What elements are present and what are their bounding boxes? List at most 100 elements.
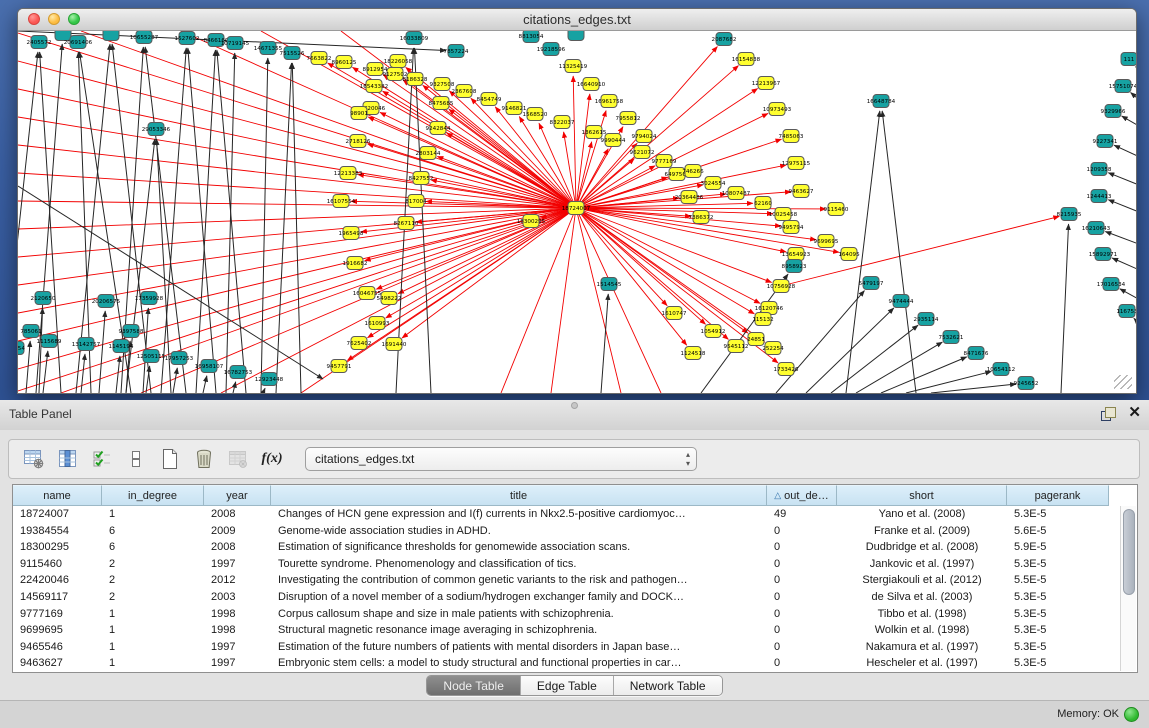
graph-node[interactable]: 10655287 [130,31,159,44]
graph-node[interactable]: 7485063 [779,130,804,143]
vertical-scrollbar[interactable] [1120,506,1136,671]
float-window-icon[interactable] [1100,405,1116,421]
graph-node[interactable]: 16958107 [195,360,224,373]
graph-node[interactable]: 8215935 [1057,208,1082,221]
graph-node[interactable]: 16648784 [867,95,896,108]
graph-node[interactable]: 16543382 [360,80,388,93]
graph-node[interactable]: 2367608 [452,85,477,98]
table-row[interactable]: 977716911998Corpus callosum shape and si… [13,606,1137,623]
graph-node[interactable]: 17016534 [1097,278,1126,291]
graph-node[interactable]: 8958923 [782,260,807,273]
graph-node[interactable]: 1514545 [597,278,622,291]
graph-node[interactable] [103,31,119,41]
show-columns-button[interactable] [53,444,83,474]
graph-node[interactable]: 12213383 [334,167,363,180]
graph-node[interactable]: 2935114 [914,313,939,326]
graph-node[interactable]: 7532621 [939,331,964,344]
graph-node[interactable]: 9245652 [1014,377,1039,390]
graph-node[interactable]: 9329966 [1101,105,1126,118]
graph-node[interactable]: 98901 [350,107,368,120]
graph-node[interactable]: 817004 [405,195,427,208]
graph-node[interactable]: 12923448 [255,373,284,386]
table-row[interactable]: 1938455462009Genome-wide association stu… [13,523,1137,540]
graph-node[interactable]: 20364486 [675,191,704,204]
scrollbar-thumb[interactable] [1123,509,1135,595]
graph-node[interactable]: 14671355 [254,42,283,55]
table-row[interactable]: 2242004622012Investigating the contribut… [13,572,1137,589]
graph-node[interactable]: 9777169 [652,155,677,168]
graph-node[interactable]: 7386372 [689,211,714,224]
graph-node[interactable]: 12505115 [137,350,166,363]
graph-node[interactable]: 252254 [762,342,784,355]
graph-node[interactable]: 16154838 [732,53,761,66]
graph-node[interactable]: 9699695 [814,235,839,248]
graph-node[interactable]: 1124518 [681,347,706,360]
graph-node[interactable]: 16033809 [400,32,429,45]
graph-node[interactable]: 11325419 [559,60,588,73]
graph-node[interactable]: 1610993 [365,317,390,330]
table-row[interactable]: 1872400712008Changes of HCN gene express… [13,506,1137,523]
function-builder-button[interactable]: f(x) [257,444,287,474]
graph-node[interactable]: 16782753 [224,366,253,379]
table-row[interactable]: 946554611997Estimation of the future num… [13,639,1137,656]
graph-node[interactable]: 7955812 [616,112,641,125]
graph-node[interactable]: 19218596 [537,43,566,56]
graph-node[interactable]: 1733426 [774,363,799,376]
rows-button[interactable] [121,444,151,474]
graph-node[interactable]: 2405572 [27,36,52,49]
graph-node[interactable]: 24851 [747,333,765,346]
tab-edge-table[interactable]: Edge Table [521,676,614,695]
graph-node[interactable] [568,31,584,41]
new-document-button[interactable] [155,444,185,474]
graph-node[interactable]: 8322037 [550,116,575,129]
graph-node[interactable]: 116753 [1116,305,1136,318]
table-row[interactable]: 911546021997Tourette syndrome. Phenomeno… [13,556,1137,573]
column-header-title[interactable]: title [271,485,767,506]
panel-drag-handle[interactable] [571,402,578,409]
graph-node[interactable]: 12213967 [752,77,781,90]
graph-node[interactable]: 164095 [838,248,860,261]
column-header-in_degree[interactable]: in_degree [102,485,204,506]
graph-node[interactable]: 9545112 [724,340,749,353]
graph-node[interactable]: 18226058 [384,55,413,68]
graph-node[interactable]: 10807487 [722,187,751,200]
graph-node[interactable]: 2120650 [31,292,56,305]
graph-node[interactable]: 9474444 [889,295,914,308]
network-window-titlebar[interactable]: citations_edges.txt [18,9,1136,31]
close-panel-icon[interactable]: ✕ [1128,405,1141,421]
graph-node[interactable]: 62160 [754,197,772,210]
graph-node[interactable]: 1527602 [175,32,200,45]
graph-node[interactable]: 785061 [20,325,42,338]
graph-node[interactable]: 1691440 [382,338,407,351]
import-table-button[interactable] [223,444,253,474]
delete-button[interactable] [189,444,219,474]
graph-node[interactable]: 1209358 [1087,163,1112,176]
column-header-name[interactable]: name [13,485,102,506]
graph-node[interactable]: 1244413 [1087,190,1112,203]
graph-node[interactable]: 16640910 [577,78,606,91]
graph-node[interactable]: 13654923 [782,248,811,261]
graph-node[interactable]: 16210643 [1082,222,1111,235]
resize-grip-icon[interactable] [1114,375,1132,389]
tab-node-table[interactable]: Node Table [427,676,521,695]
graph-node[interactable]: 7515526 [280,47,305,60]
graph-node[interactable]: 9115460 [824,203,849,216]
graph-node[interactable]: 8813054 [519,31,544,43]
graph-node[interactable]: 1054912 [701,325,726,338]
column-header-pagerank[interactable]: pagerank [1007,485,1109,506]
column-header-out_degree[interactable]: △out_de… [767,485,837,506]
graph-node[interactable]: 8454749 [477,93,502,106]
graph-node[interactable]: 9463627 [789,185,814,198]
graph-node[interactable]: 746266 [682,165,704,178]
graph-node[interactable]: 2087682 [712,33,737,46]
graph-node[interactable]: 7663822 [307,52,332,65]
graph-node[interactable]: 8960125 [332,56,357,69]
table-row[interactable]: 1456911722003Disruption of a novel membe… [13,589,1137,606]
graph-node[interactable]: 7625402 [347,337,372,350]
graph-node[interactable]: 10025458 [769,208,798,221]
column-header-year[interactable]: year [204,485,271,506]
graph-node[interactable]: 6479197 [859,277,884,290]
graph-node[interactable]: 7857224 [444,45,469,58]
graph-node[interactable]: 17359928 [135,292,164,305]
graph-node[interactable]: 111 [1121,53,1136,66]
